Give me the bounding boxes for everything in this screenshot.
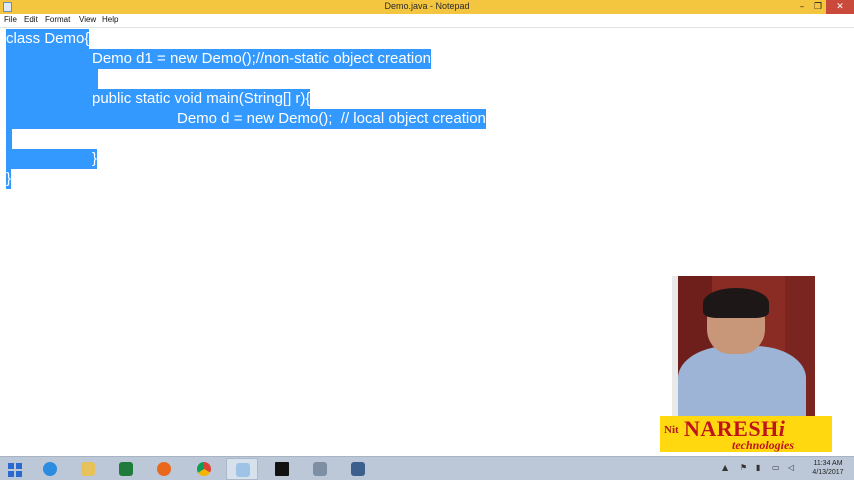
code-line: } — [92, 149, 98, 169]
start-button[interactable] — [0, 458, 32, 480]
taskbar-clock[interactable]: 11:34 AM 4/13/2017 — [806, 459, 850, 477]
instructor-video — [672, 276, 815, 418]
code-line: Demo d1 = new Demo();//non-static object… — [92, 49, 431, 69]
network-icon — [313, 462, 327, 476]
menu-help[interactable]: Help — [102, 15, 118, 24]
notepad-icon — [236, 463, 250, 477]
firefox-icon — [157, 462, 171, 476]
taskbar: ▲ ⚑ ▮ ▭ ◁ 11:34 AM 4/13/2017 — [0, 456, 854, 480]
tray-volume-icon[interactable]: ◁ — [788, 463, 794, 472]
taskbar-notepad[interactable] — [226, 458, 258, 480]
clock-time: 11:34 AM — [813, 460, 843, 467]
tray-battery-icon[interactable]: ▭ — [772, 463, 780, 472]
window-title: Demo.java - Notepad — [384, 1, 470, 11]
menu-edit[interactable]: Edit — [24, 15, 38, 24]
taskbar-firefox[interactable] — [148, 458, 180, 480]
folder-icon — [81, 462, 95, 476]
naresh-technologies-logo: Nit NARESHi technologies — [660, 416, 832, 452]
selection-indent — [6, 149, 92, 169]
excel-icon — [119, 462, 133, 476]
taskbar-internet-explorer[interactable] — [34, 458, 66, 480]
title-bar: Demo.java - Notepad – ❐ ✕ — [0, 0, 854, 14]
instructor-hair — [703, 288, 769, 318]
code-line: class Demo{ — [6, 29, 90, 49]
taskbar-network-tool[interactable] — [304, 458, 336, 480]
taskbar-file-explorer[interactable] — [72, 458, 104, 480]
taskbar-excel[interactable] — [110, 458, 142, 480]
chrome-icon — [197, 462, 211, 476]
taskbar-remote-tool[interactable] — [342, 458, 374, 480]
selection-indent — [6, 109, 177, 129]
maximize-button[interactable]: ❐ — [810, 0, 826, 14]
menu-file[interactable]: File — [4, 15, 17, 24]
selection-blank-line — [6, 69, 98, 89]
internet-explorer-icon — [43, 462, 57, 476]
tray-chevron-icon[interactable]: ▲ — [722, 463, 728, 472]
taskbar-command-prompt[interactable] — [266, 458, 298, 480]
remote-desktop-icon — [351, 462, 365, 476]
tray-network-icon[interactable]: ▮ — [756, 463, 760, 472]
windows-logo-icon — [8, 463, 22, 477]
selection-indent — [6, 89, 92, 109]
taskbar-chrome[interactable] — [188, 458, 220, 480]
tray-flag-icon[interactable]: ⚑ — [740, 463, 747, 472]
close-button[interactable]: ✕ — [826, 0, 854, 14]
logo-mark: Nit — [664, 424, 679, 436]
menu-view[interactable]: View — [79, 15, 96, 24]
instructor-shirt — [678, 346, 806, 418]
menu-format[interactable]: Format — [45, 15, 70, 24]
video-edge — [672, 276, 678, 418]
selection-indent — [6, 49, 92, 69]
command-prompt-icon — [275, 462, 289, 476]
menu-bar: File Edit Format View Help — [0, 14, 854, 28]
logo-subtitle: technologies — [732, 438, 794, 452]
code-line: public static void main(String[] r){ — [92, 89, 311, 109]
code-line: } — [6, 169, 12, 189]
selection-blank-line — [6, 129, 12, 149]
clock-date: 4/13/2017 — [812, 469, 844, 476]
minimize-button[interactable]: – — [794, 0, 810, 14]
code-line: Demo d = new Demo(); // local object cre… — [177, 109, 486, 129]
